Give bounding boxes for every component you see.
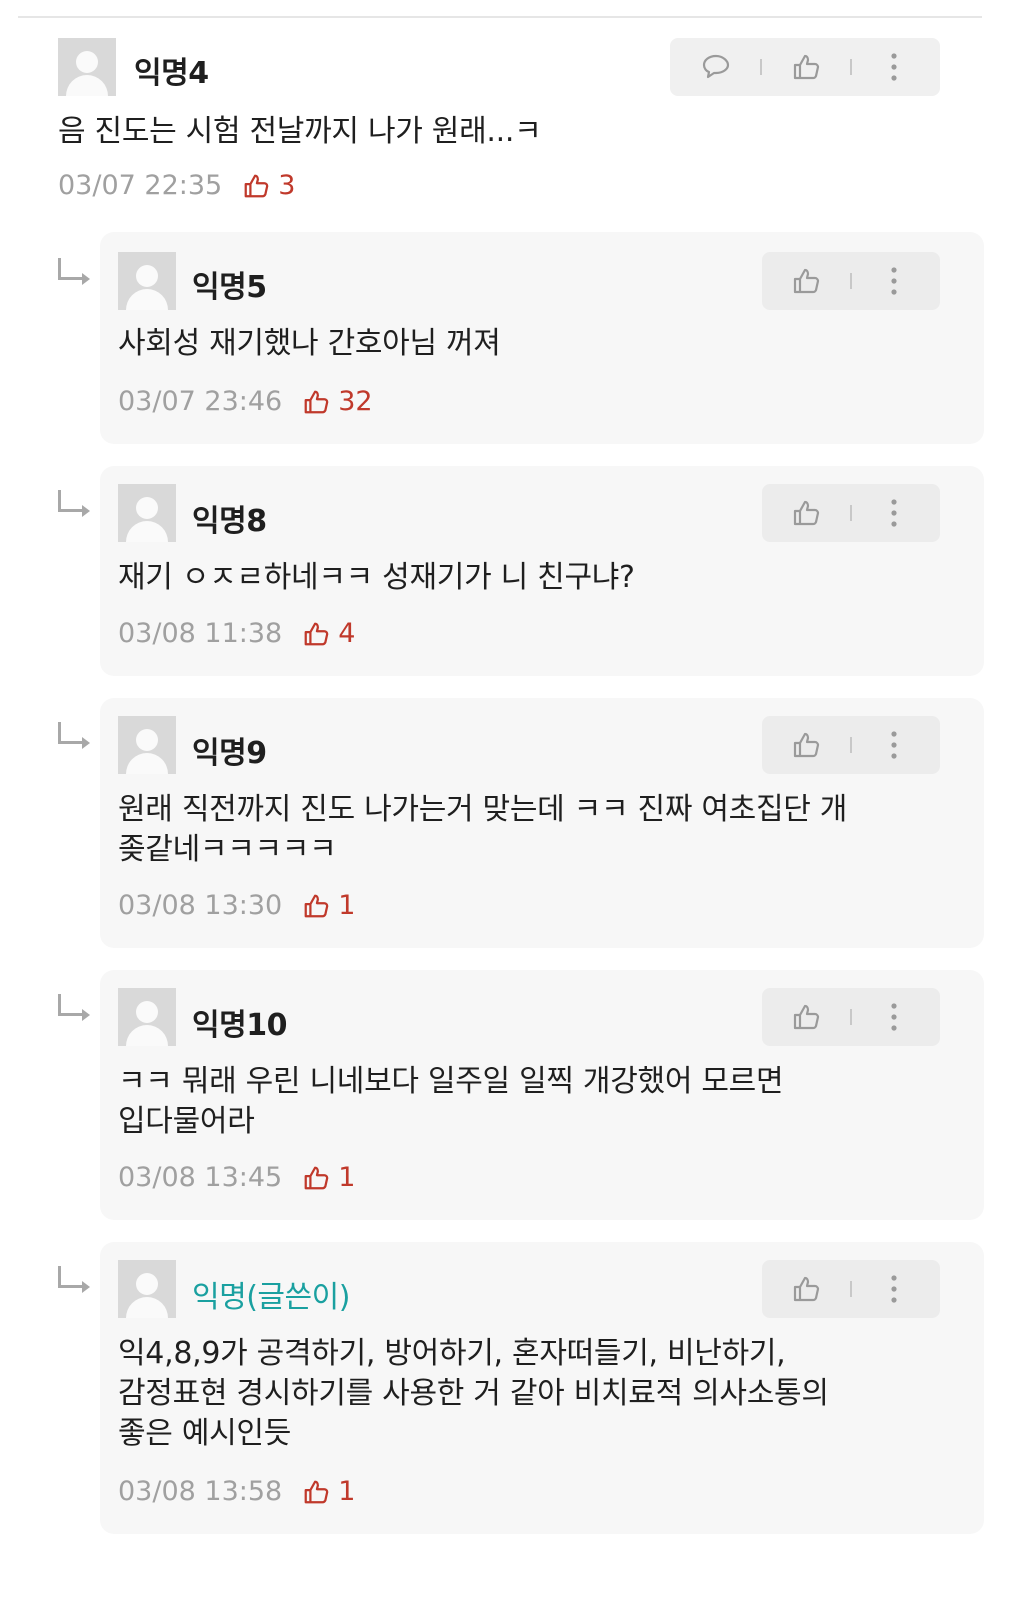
thumbs-up-icon <box>793 54 820 80</box>
comment-meta: 03/08 13:58 1 <box>118 1476 355 1507</box>
thumbs-up-icon <box>304 894 329 917</box>
comment-timestamp: 03/08 13:58 <box>118 1476 283 1507</box>
comment-meta: 03/08 11:38 4 <box>118 618 355 649</box>
thumbs-up-icon <box>793 1004 820 1030</box>
comment-actions <box>762 988 940 1046</box>
comment-actions <box>762 252 940 310</box>
avatar[interactable] <box>58 38 116 96</box>
thumbs-up-icon <box>793 500 820 526</box>
avatar[interactable] <box>118 716 176 774</box>
like-count-value: 1 <box>338 1476 356 1507</box>
reply-indicator-icon <box>58 490 90 517</box>
reply-comment-op: 익명(글쓴이) 익4,8,9가 공격하기, 방어하기, 혼자떠들기, 비난하기,… <box>100 1242 984 1534</box>
comment-timestamp: 03/08 11:38 <box>118 618 283 649</box>
comment-text-line: 좋은 예시인듯 <box>118 1416 292 1451</box>
comment-actions <box>762 484 940 542</box>
avatar[interactable] <box>118 252 176 310</box>
more-options-button[interactable] <box>866 484 922 542</box>
reply-indicator-icon <box>58 258 90 285</box>
comment-meta: 03/07 23:46 32 <box>118 386 373 417</box>
vertical-dots-icon <box>891 267 897 295</box>
reply-comment: 익명5 사회성 재기했나 간호아님 꺼져 03/07 23:46 32 <box>100 232 984 444</box>
comment-timestamp: 03/08 13:30 <box>118 890 283 921</box>
vertical-dots-icon <box>891 53 897 81</box>
more-options-button[interactable] <box>866 38 922 96</box>
reply-comment: 익명9 원래 직전까지 진도 나가는거 맞는데 ㅋㅋ 진짜 여초집단 개 좆같네… <box>100 698 984 948</box>
reply-comment: 익명10 ㅋㅋ 뭐래 우린 니네보다 일주일 일찍 개강했어 모르면 입다물어라… <box>100 970 984 1220</box>
reply-indicator-icon <box>58 1266 90 1293</box>
thumbs-up-icon <box>304 622 329 645</box>
like-button[interactable] <box>774 38 838 96</box>
like-count: 1 <box>302 1476 355 1507</box>
vertical-dots-icon <box>891 1275 897 1303</box>
comment-text: 원래 직전까지 진도 나가는거 맞는데 ㅋㅋ 진짜 여초집단 개 좆같네ㅋㅋㅋㅋ… <box>118 790 847 870</box>
thumbs-up-icon <box>793 268 820 294</box>
comment-text-line: 좆같네ㅋㅋㅋㅋㅋ <box>118 832 337 867</box>
comment-text: 익4,8,9가 공격하기, 방어하기, 혼자떠들기, 비난하기, 감정표현 경시… <box>118 1334 829 1454</box>
comment-text-line: 익4,8,9가 공격하기, 방어하기, 혼자떠들기, 비난하기, <box>118 1336 786 1371</box>
comment-root: 익명4 음 진도는 시험 전날까지 나가 원래...ㅋ 03/07 22:35 … <box>0 30 1024 215</box>
comment-meta: 03/07 22:35 3 <box>58 170 295 201</box>
like-button[interactable] <box>774 1260 838 1318</box>
comment-author[interactable]: 익명4 <box>134 48 209 92</box>
like-button[interactable] <box>774 252 838 310</box>
avatar[interactable] <box>118 1260 176 1318</box>
more-options-button[interactable] <box>866 252 922 310</box>
like-count: 4 <box>302 618 355 649</box>
reply-indicator-icon <box>58 994 90 1021</box>
vertical-dots-icon <box>891 499 897 527</box>
like-count: 32 <box>302 386 373 417</box>
comment-actions <box>762 716 940 774</box>
top-divider <box>18 16 982 18</box>
thumbs-up-icon <box>304 1480 329 1503</box>
comment-text: 음 진도는 시험 전날까지 나가 원래...ㅋ <box>58 114 542 149</box>
like-count-value: 1 <box>338 1162 356 1193</box>
comment-text-line: ㅋㅋ 뭐래 우린 니네보다 일주일 일찍 개강했어 모르면 <box>118 1064 784 1099</box>
reply-button[interactable] <box>686 38 746 96</box>
comment-text: 사회성 재기했나 간호아님 꺼져 <box>118 326 501 361</box>
like-count: 1 <box>302 890 355 921</box>
comment-text-line: 원래 직전까지 진도 나가는거 맞는데 ㅋㅋ 진짜 여초집단 개 <box>118 792 848 827</box>
more-options-button[interactable] <box>866 1260 922 1318</box>
like-count: 3 <box>242 170 295 201</box>
comment-meta: 03/08 13:45 1 <box>118 1162 355 1193</box>
comment-timestamp: 03/07 23:46 <box>118 386 283 417</box>
comment-text: 재기 ㅇㅈㄹ하네ㅋㅋ 성재기가 니 친구냐? <box>118 560 635 595</box>
comment-text: ㅋㅋ 뭐래 우린 니네보다 일주일 일찍 개강했어 모르면 입다물어라 <box>118 1062 784 1142</box>
thumbs-up-icon <box>304 390 329 413</box>
like-button[interactable] <box>774 988 838 1046</box>
thumbs-up-icon <box>304 1166 329 1189</box>
comment-text-line: 감정표현 경시하기를 사용한 거 같아 비치료적 의사소통의 <box>118 1376 829 1411</box>
comment-author[interactable]: 익명5 <box>192 262 267 306</box>
avatar[interactable] <box>118 988 176 1046</box>
comment-actions <box>762 1260 940 1318</box>
like-button[interactable] <box>774 716 838 774</box>
like-count-value: 4 <box>338 618 356 649</box>
like-button[interactable] <box>774 484 838 542</box>
comment-timestamp: 03/08 13:45 <box>118 1162 283 1193</box>
avatar[interactable] <box>118 484 176 542</box>
like-count-value: 3 <box>278 170 296 201</box>
comment-actions <box>670 38 940 96</box>
more-options-button[interactable] <box>866 716 922 774</box>
comment-text-line: 입다물어라 <box>118 1104 255 1139</box>
comment-author[interactable]: 익명8 <box>192 496 267 540</box>
comment-author-op[interactable]: 익명(글쓴이) <box>192 1272 350 1316</box>
thumbs-up-icon <box>793 732 820 758</box>
comment-author[interactable]: 익명9 <box>192 728 267 772</box>
comment-author[interactable]: 익명10 <box>192 1000 287 1044</box>
like-count: 1 <box>302 1162 355 1193</box>
comment-timestamp: 03/07 22:35 <box>58 170 223 201</box>
like-count-value: 32 <box>338 386 373 417</box>
comment-meta: 03/08 13:30 1 <box>118 890 355 921</box>
like-count-value: 1 <box>338 890 356 921</box>
thumbs-up-icon <box>793 1276 820 1302</box>
vertical-dots-icon <box>891 731 897 759</box>
thumbs-up-icon <box>244 174 269 197</box>
speech-bubble-icon <box>702 54 730 79</box>
more-options-button[interactable] <box>866 988 922 1046</box>
vertical-dots-icon <box>891 1003 897 1031</box>
reply-comment: 익명8 재기 ㅇㅈㄹ하네ㅋㅋ 성재기가 니 친구냐? 03/08 11:38 4 <box>100 466 984 676</box>
reply-indicator-icon <box>58 722 90 749</box>
